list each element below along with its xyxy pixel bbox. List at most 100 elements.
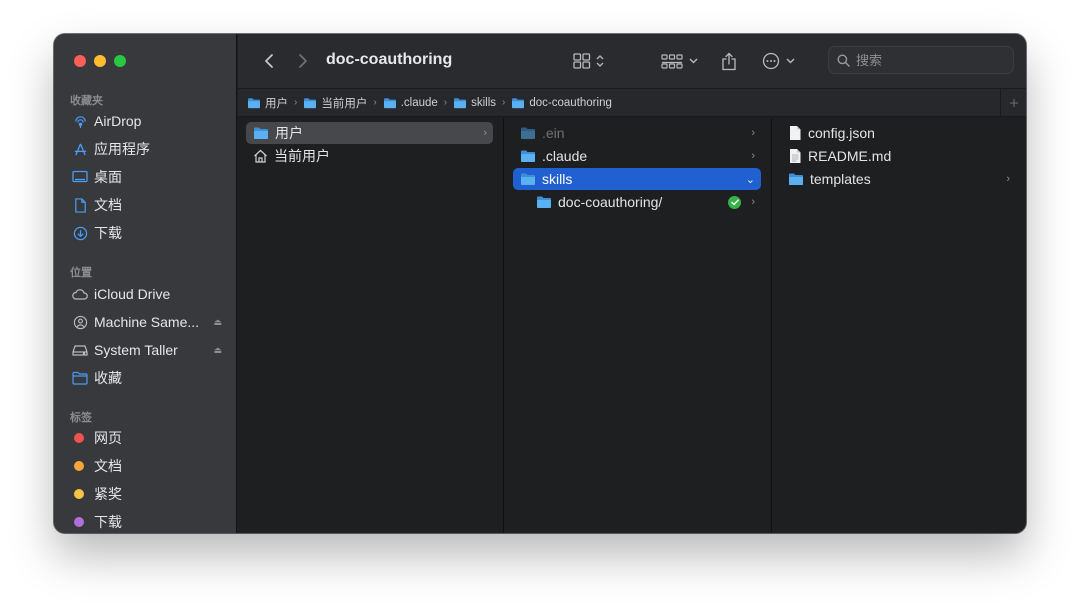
share-button[interactable]: [716, 48, 742, 74]
sidebar-item-label: 应用程序: [94, 141, 150, 157]
chevron-down-icon: [786, 58, 794, 64]
sidebar-tag-urgent[interactable]: 紧奖: [72, 483, 222, 505]
sidebar-item-machine[interactable]: Machine Same... ⏏: [72, 311, 222, 333]
zoom-button[interactable]: [114, 55, 126, 67]
sidebar-section-locations: 位置: [70, 267, 92, 279]
column-browser: 用户 › 当前用户 .ein › .claude › skills ⌄ doc-…: [238, 118, 1026, 533]
folder-icon: [383, 97, 397, 109]
ellipsis-circle-icon: [762, 52, 779, 70]
sidebar-item-label: 下载: [94, 225, 122, 241]
sidebar-item-label: 网页: [94, 430, 122, 446]
chevron-right-icon: ›: [483, 127, 487, 139]
tag-red-dot: [74, 433, 84, 443]
chevron-right-icon: ›: [751, 150, 755, 162]
sidebar-item-label: 紧奖: [94, 486, 122, 502]
breadcrumb-current-user[interactable]: 当前用户: [303, 95, 367, 111]
back-button[interactable]: [258, 48, 280, 74]
sidebar-item-desktop[interactable]: 桌面: [72, 166, 222, 188]
folder-icon: [536, 195, 552, 209]
view-mode-button[interactable]: [568, 48, 608, 74]
eject-icon[interactable]: ⏏: [213, 345, 222, 356]
breadcrumb-skills[interactable]: skills: [453, 97, 496, 109]
share-icon: [722, 52, 736, 70]
column-3[interactable]: config.json README.md templates ›: [773, 118, 1026, 533]
document-icon: [72, 197, 88, 213]
folder-icon: [520, 149, 536, 163]
file-icon: [788, 125, 802, 141]
list-item-ein[interactable]: .ein ›: [513, 122, 761, 144]
more-actions-button[interactable]: [758, 48, 798, 74]
applications-icon: [72, 141, 88, 157]
forward-button[interactable]: [292, 48, 314, 74]
sidebar-tag-downloads[interactable]: 下载: [72, 511, 222, 533]
list-item-readme[interactable]: README.md: [781, 145, 1016, 167]
sidebar-item-label: iCloud Drive: [94, 286, 171, 302]
sidebar-tag-webpage[interactable]: 网页: [72, 427, 222, 449]
sidebar: 收藏夹 AirDrop 应用程序 桌面 文档 下载 位置 iCloud Driv…: [54, 34, 237, 533]
sidebar-item-collection[interactable]: 收藏: [72, 367, 222, 389]
list-item-config-json[interactable]: config.json: [781, 122, 1016, 144]
search-input[interactable]: [856, 52, 996, 68]
chevron-updown-icon: [596, 55, 603, 67]
sidebar-item-system[interactable]: System Taller ⏏: [72, 339, 222, 361]
breadcrumb-claude[interactable]: .claude: [383, 97, 438, 109]
sidebar-item-label: 桌面: [94, 169, 122, 185]
sidebar-tag-documents[interactable]: 文档: [72, 455, 222, 477]
path-bar: 用户 › 当前用户 › .claude › skills › doc-coaut…: [238, 88, 1026, 117]
tag-purple-dot: [74, 517, 84, 527]
chevron-right-icon: ›: [502, 97, 506, 108]
network-drive-icon: [72, 314, 88, 330]
breadcrumb-doc-coauthoring[interactable]: doc-coauthoring: [511, 97, 612, 109]
group-grid-icon: [660, 54, 683, 69]
list-item-templates[interactable]: templates ›: [781, 168, 1016, 190]
folder-icon: [303, 97, 317, 109]
list-item-claude[interactable]: .claude ›: [513, 145, 761, 167]
chevron-right-icon: ›: [443, 97, 448, 108]
finder-window: 收藏夹 AirDrop 应用程序 桌面 文档 下载 位置 iCloud Driv…: [54, 34, 1026, 533]
breadcrumb-users[interactable]: 用户: [247, 95, 288, 111]
list-item-skills[interactable]: skills ⌄: [513, 168, 761, 190]
chevron-down-icon[interactable]: ⌄: [746, 173, 755, 186]
close-button[interactable]: [74, 55, 86, 67]
list-item-current-user[interactable]: 当前用户: [246, 145, 493, 167]
folder-icon: [520, 172, 536, 186]
folder-icon: [788, 172, 804, 186]
list-item-doc-coauthoring[interactable]: doc-coauthoring/ ›: [529, 191, 761, 213]
search-icon: [837, 54, 850, 67]
search-field[interactable]: [828, 46, 1014, 74]
sidebar-item-label: 文档: [94, 458, 122, 474]
resize-icon: [1009, 98, 1018, 107]
sidebar-item-applications[interactable]: 应用程序: [72, 138, 222, 160]
grid-view-icon: [572, 53, 590, 69]
list-item-users[interactable]: 用户 ›: [246, 122, 493, 144]
sidebar-item-downloads[interactable]: 下载: [72, 222, 222, 244]
cloud-icon: [72, 286, 88, 302]
window-title: doc-coauthoring: [326, 51, 453, 68]
folder-icon: [511, 97, 525, 109]
column-2[interactable]: .ein › .claude › skills ⌄ doc-coauthorin…: [505, 118, 772, 533]
window-controls: [74, 55, 126, 67]
toolbar: doc-coauthoring: [238, 34, 1026, 88]
sync-check-icon: [728, 195, 741, 209]
minimize-button[interactable]: [94, 55, 106, 67]
sidebar-item-airdrop[interactable]: AirDrop: [72, 110, 222, 132]
text-file-icon: [788, 148, 802, 164]
tag-orange-dot: [74, 461, 84, 471]
eject-icon[interactable]: ⏏: [213, 317, 222, 328]
sidebar-item-label: System Taller: [94, 342, 178, 358]
folder-icon: [453, 97, 467, 109]
sidebar-item-label: 下载: [94, 514, 122, 530]
column-1[interactable]: 用户 › 当前用户: [238, 118, 504, 533]
sidebar-item-label: Machine Same...: [94, 314, 200, 330]
sidebar-item-icloud-drive[interactable]: iCloud Drive: [72, 283, 222, 305]
chevron-right-icon: ›: [1006, 173, 1010, 185]
chevron-right-icon: ›: [751, 127, 755, 139]
group-by-button[interactable]: [658, 48, 700, 74]
download-icon: [72, 225, 88, 241]
disk-icon: [72, 342, 88, 358]
path-bar-resize-handle[interactable]: [1000, 89, 1026, 116]
folder-icon: [520, 126, 536, 140]
sidebar-section-favorites: 收藏夹: [70, 95, 103, 107]
sidebar-item-label: 文档: [94, 197, 122, 213]
sidebar-item-documents[interactable]: 文档: [72, 194, 222, 216]
